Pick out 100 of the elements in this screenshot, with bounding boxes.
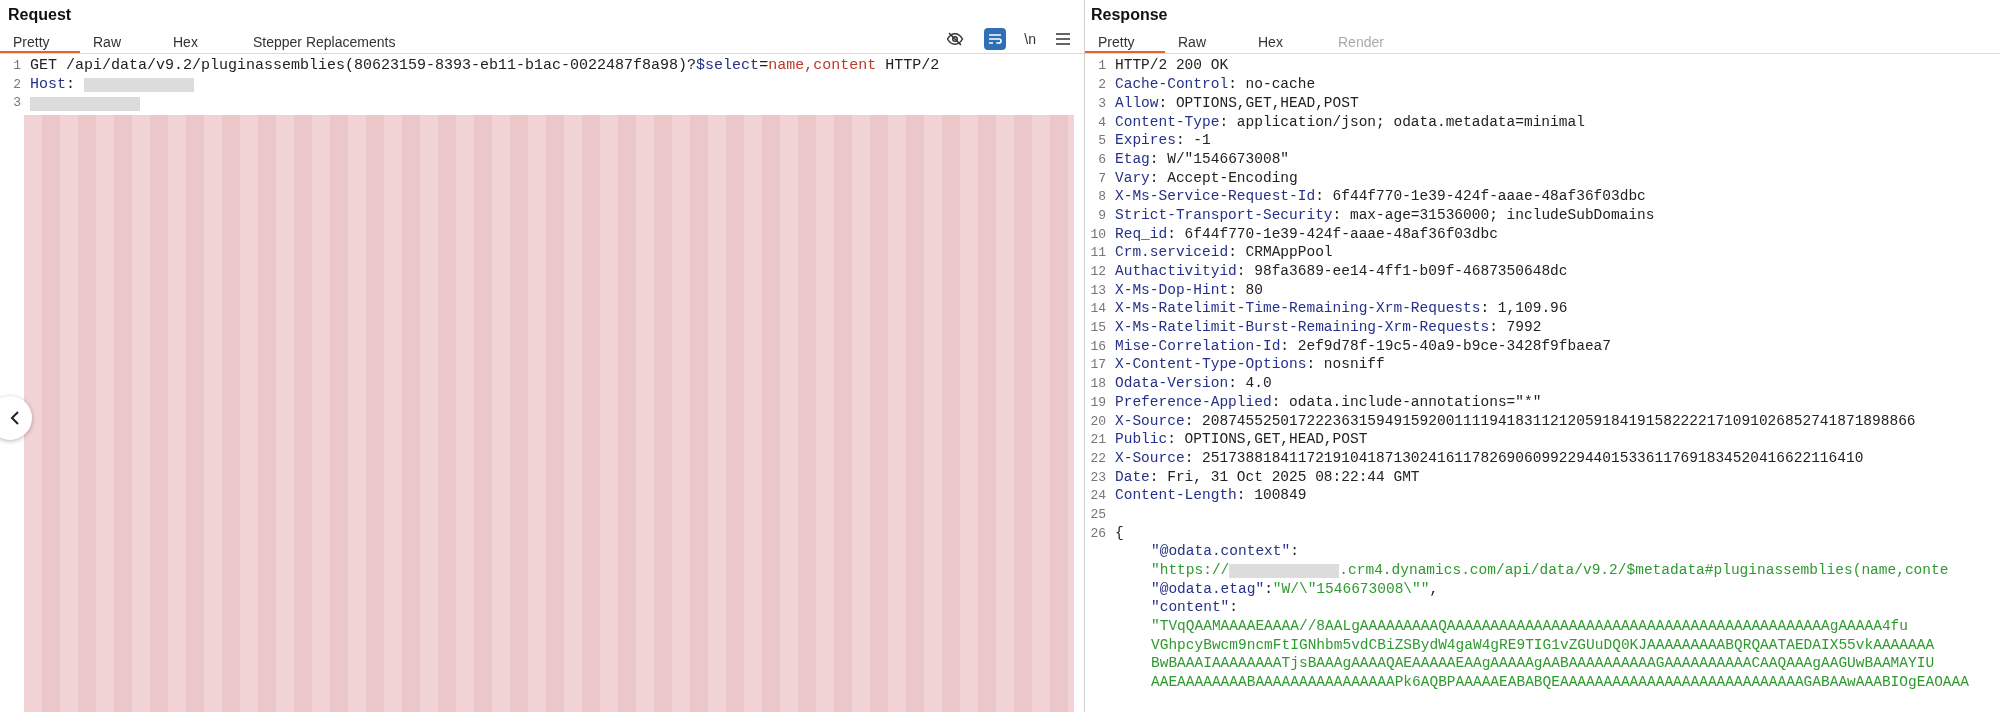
code-text: "@odata.context" [1151, 542, 1291, 562]
code-text: , [1429, 579, 1439, 599]
line-number: 5 [1098, 133, 1106, 149]
line-number: 22 [1090, 450, 1106, 466]
code-text: .crm4.dynamics.com/api/data/v9.2/$metadata#pluginassemblies(name,conte [1339, 561, 1949, 581]
line-number: 1 [1098, 58, 1106, 74]
code-text: "W/\"1546673008\"" [1272, 579, 1430, 599]
code-text: { [1115, 523, 1124, 543]
code-text: X-Ms-Ratelimit-Burst-Remaining-Xrm-Requests [1115, 318, 1490, 338]
tab[interactable]: Pretty [0, 32, 80, 53]
line-number: 3 [13, 95, 21, 111]
tab[interactable]: Hex [1245, 32, 1325, 53]
code-text: Date [1115, 467, 1150, 487]
newline-toggle[interactable]: \n [1024, 28, 1036, 50]
code-text: : [1290, 542, 1299, 562]
line-number: 6 [1098, 151, 1106, 167]
line-number: 20 [1090, 413, 1106, 429]
code-text: VGhpcyBwcm9ncmFtIGNhbm5vdCBiZSBydW4gaW4gRE9TIG1vZGUuDQ0KJAAAAAAAAABQRQAATAEDAIX55vkAAAAAAA [1151, 635, 1935, 655]
code-text: "https:// [1151, 561, 1230, 581]
line-number: 8 [1098, 189, 1106, 205]
code-text: : W/"1546673008" [1149, 149, 1290, 169]
code-text: = [759, 56, 769, 77]
code-text: : odata.include-annotations="*" [1271, 392, 1542, 412]
code-text: Mise-Correlation-Id [1115, 336, 1281, 356]
code-text: name,content [768, 56, 877, 77]
code-text: X-Ms-Dop-Hint [1115, 280, 1229, 300]
code-text: : max-age=31536000; includeSubDomains [1332, 205, 1655, 225]
code-text: : Accept-Encoding [1149, 168, 1298, 188]
code-text: : OPTIONS,GET,HEAD,POST [1158, 93, 1359, 113]
code-text: BwBAAAIAAAAAAAATjsBAAAgAAAAQAEAAAAAEAAgAAAAAgAABAAAAAAAAAAGAAAAAAAAAACAAQAAAgAAGUwBAAMAYIU [1151, 654, 1935, 674]
tab[interactable]: Hex [160, 32, 240, 53]
code-text: Etag [1115, 149, 1150, 169]
code-text: : [1229, 598, 1239, 618]
code-text: "@odata.etag" [1151, 579, 1265, 599]
code-text: HTTP/2 [884, 56, 940, 77]
code-text: X-Source [1115, 448, 1185, 468]
line-number: 21 [1090, 432, 1106, 448]
line-number: 9 [1098, 207, 1106, 223]
code-text: : OPTIONS,GET,HEAD,POST [1167, 430, 1368, 450]
code-text: Preference-Applied [1115, 392, 1272, 412]
wrap-icon[interactable] [984, 28, 1007, 50]
collapse-button[interactable] [0, 396, 32, 440]
code-text: : 7992 [1489, 318, 1542, 338]
code-text: Allow [1115, 93, 1159, 113]
code-text: : [66, 74, 77, 95]
menu-icon[interactable] [1054, 30, 1072, 48]
tab[interactable]: Pretty [1085, 32, 1165, 53]
line-number: 13 [1090, 282, 1106, 298]
panel-title: Response [1091, 6, 1168, 23]
panel-title: Request [8, 6, 72, 23]
line-number: 19 [1090, 394, 1106, 410]
chevron-left-icon [10, 411, 20, 425]
code-text: Strict-Transport-Security [1115, 205, 1333, 225]
code-text: : 6f44f770-1e39-424f-aaae-48af36f03dbc [1315, 187, 1646, 207]
code-text: Crm.serviceid [1115, 243, 1229, 263]
code-text: $select [696, 56, 760, 77]
line-number: 10 [1090, 226, 1106, 242]
line-number: 11 [1090, 245, 1106, 261]
tab[interactable]: Stepper Replacements [240, 32, 409, 53]
code-text: : -1 [1175, 131, 1211, 151]
code-text: Req_id [1115, 224, 1168, 244]
code-text: Host [30, 74, 66, 95]
line-number: 14 [1090, 301, 1106, 317]
code-text: Content-Type [1115, 112, 1220, 132]
code-text: X-Source [1115, 411, 1185, 431]
code-text: : 100849 [1236, 486, 1307, 506]
line-number: 15 [1090, 320, 1106, 336]
code-text: Public [1115, 430, 1168, 450]
code-text: GET /api/data/v9.2/pluginassemblies(80623159-8393-eb11-b1ac-0022487f8a98)? [30, 56, 697, 77]
code-text: : 98fa3689-ee14-4ff1-b09f-4687350648dc [1236, 262, 1568, 282]
code-text: : Fri, 31 Oct 2025 08:22:44 GMT [1149, 467, 1420, 487]
line-number: 18 [1090, 376, 1106, 392]
line-number: 17 [1090, 357, 1106, 373]
code-text: : application/json; odata.metadata=minimal [1219, 112, 1585, 132]
code-text: X-Ms-Ratelimit-Time-Remaining-Xrm-Requests [1115, 299, 1481, 319]
code-text: Authactivityid [1115, 262, 1237, 282]
line-number: 25 [1090, 506, 1106, 522]
line-number: 16 [1090, 338, 1106, 354]
line-number: 24 [1090, 488, 1106, 504]
line-number: 26 [1090, 525, 1106, 541]
code-text: Content-Length [1115, 486, 1237, 506]
code-text: Cache-Control [1115, 75, 1229, 95]
code-text: X-Ms-Service-Request-Id [1115, 187, 1316, 207]
code-text: Expires [1115, 131, 1176, 151]
line-number: 1 [13, 58, 21, 74]
code-text: : 6f44f770-1e39-424f-aaae-48af36f03dbc [1167, 224, 1498, 244]
line-number: 23 [1090, 469, 1106, 485]
code-text: X-Content-Type-Options [1115, 355, 1307, 375]
code-text: HTTP/2 200 OK [1115, 56, 1229, 76]
tab[interactable]: Raw [1165, 32, 1245, 53]
code-text: : [1264, 579, 1273, 599]
code-text: : 2517388184117219104187130241611782690609922944015336117691834520416622116410 [1184, 448, 1864, 468]
line-number: 4 [1098, 114, 1106, 130]
code-text: : nosniff [1306, 355, 1385, 375]
code-text: "TVqQAAMAAAAEAAAA//8AALgAAAAAAAAAQAAAAAAAAAAAAAAAAAAAAAAAAAAAAAAAAAAAAAAAAAAAAgAAAAA4fu [1151, 617, 1909, 637]
tab[interactable]: Raw [80, 32, 160, 53]
code-text: Odata-Version [1115, 374, 1229, 394]
line-number: 2 [13, 76, 21, 92]
code-text: : 2087455250172223631594915920011119418311212059184191582222171091026852741871898866 [1184, 411, 1916, 431]
code-text: AAEAAAAAAAABAAAAAAAAAAAAAAAAPk6AQBPAAAAAEABABQEAAAAAAAAAAAAAAAAAAAAAAAAAAAAGABAAwAAABIOgEAOAAA [1151, 673, 1969, 693]
